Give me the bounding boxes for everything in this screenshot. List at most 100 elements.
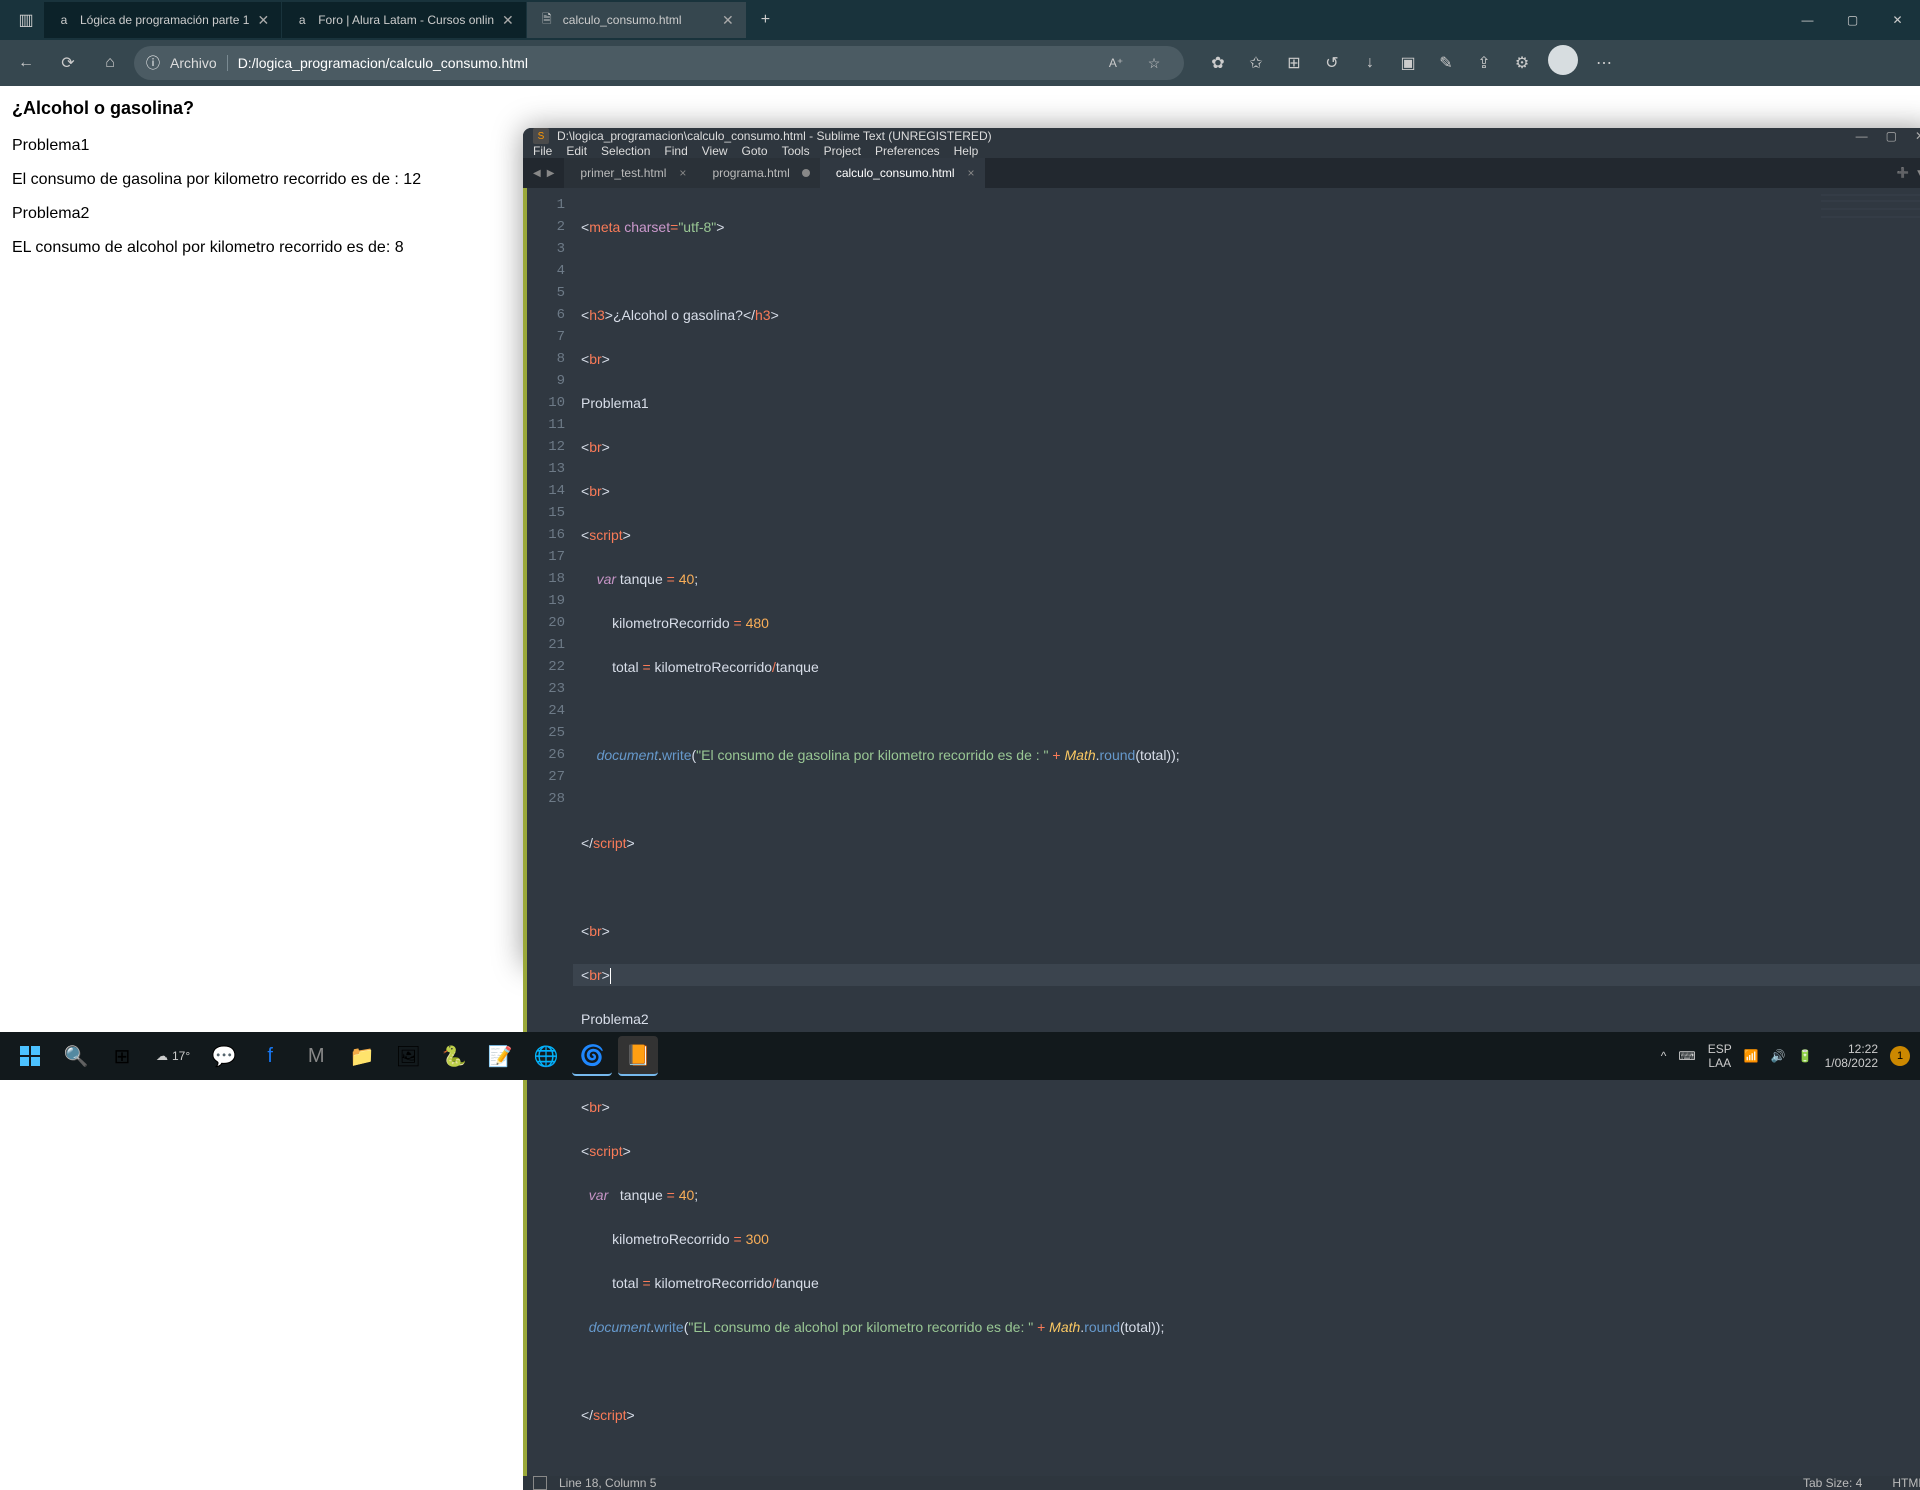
sublime-tab-label: calculo_consumo.html (836, 166, 955, 180)
new-tab-button[interactable]: + (747, 11, 784, 29)
sublime-menubar: File Edit Selection Find View Goto Tools… (523, 144, 1920, 158)
menu-project[interactable]: Project (824, 144, 861, 158)
status-tab-size[interactable]: Tab Size: 4 (1803, 1476, 1862, 1490)
close-icon[interactable]: ✕ (1915, 129, 1920, 143)
refresh-button[interactable]: ⟳ (50, 45, 86, 81)
minimize-icon[interactable]: — (1856, 129, 1868, 143)
clock[interactable]: 12:221/08/2022 (1825, 1042, 1878, 1070)
minimap[interactable] (1821, 194, 1920, 274)
star-icon[interactable]: ☆ (1136, 45, 1172, 81)
menu-preferences[interactable]: Preferences (875, 144, 940, 158)
sublime-editor[interactable]: 1234567891011121314151617181920212223242… (523, 188, 1920, 1476)
menu-edit[interactable]: Edit (566, 144, 587, 158)
favicon-file-icon: 🗎 (539, 12, 555, 28)
notification-badge[interactable]: 1 (1890, 1046, 1910, 1066)
address-toolbar: ← ⟳ ⌂ ⓘ Archivo D:/logica_programacion/c… (0, 40, 1920, 86)
tab-title: calculo_consumo.html (563, 13, 714, 27)
weather-widget[interactable]: ☁ 17° (148, 1036, 198, 1076)
sublime-tab-1[interactable]: primer_test.html × (564, 158, 696, 188)
downloads-icon[interactable]: ↓ (1352, 45, 1388, 81)
browser-tab-1[interactable]: a Lógica de programación parte 1 ✕ (44, 2, 282, 38)
close-icon[interactable]: ✕ (502, 12, 514, 29)
browser-tab-2[interactable]: a Foro | Alura Latam - Cursos onlin ✕ (282, 2, 527, 38)
close-icon[interactable]: ✕ (1875, 0, 1920, 40)
address-scheme-label: Archivo (170, 55, 228, 71)
windows-taskbar: 🔍 ⊞ ☁ 17° 💬 f M 📁 🖼 🐍 📝 🌐 🌀 📙 ^ ⌨ ESPLAA… (0, 1032, 1920, 1080)
home-button[interactable]: ⌂ (92, 45, 128, 81)
close-icon[interactable]: ✕ (722, 12, 734, 29)
text-caret (610, 968, 611, 984)
sublime-tab-2[interactable]: programa.html (696, 158, 819, 188)
panel-toggle-icon[interactable] (533, 1476, 547, 1490)
page-heading: ¿Alcohol o gasolina? (12, 98, 1908, 119)
status-syntax[interactable]: HTML (1892, 1476, 1920, 1490)
maximize-icon[interactable]: ▢ (1830, 0, 1875, 40)
performance-icon[interactable]: ⚙ (1504, 45, 1540, 81)
tab-back-icon[interactable]: ◀ (533, 168, 541, 179)
sublime-title-text: D:\logica_programacion\calculo_consumo.h… (557, 129, 992, 143)
search-button[interactable]: 🔍 (56, 1036, 96, 1076)
tray-chevron-icon[interactable]: ^ (1661, 1049, 1667, 1063)
language-indicator[interactable]: ESPLAA (1708, 1042, 1732, 1070)
close-icon[interactable]: × (968, 166, 975, 180)
notepad-icon[interactable]: 📝 (480, 1036, 520, 1076)
favorites-icon[interactable]: ✩ (1238, 45, 1274, 81)
sublime-icon[interactable]: 📙 (618, 1036, 658, 1076)
maximize-icon[interactable]: ▢ (1886, 129, 1897, 143)
tab-title: Foro | Alura Latam - Cursos onlin (318, 13, 494, 27)
info-icon[interactable]: ⓘ (146, 53, 160, 73)
menu-goto[interactable]: Goto (742, 144, 768, 158)
screenshot-icon[interactable]: ▣ (1390, 45, 1426, 81)
sublime-tab-label: primer_test.html (580, 166, 666, 180)
address-input[interactable]: ⓘ Archivo D:/logica_programacion/calculo… (134, 46, 1184, 80)
dirty-indicator-icon (802, 169, 810, 177)
menu-view[interactable]: View (702, 144, 728, 158)
sublime-tabbar: ◀ ▶ primer_test.html × programa.html calcu… (523, 158, 1920, 188)
back-button[interactable]: ← (8, 45, 44, 81)
battery-icon[interactable]: 🔋 (1798, 1049, 1813, 1063)
close-icon[interactable]: ✕ (257, 12, 269, 29)
teams-icon[interactable]: 💬 (204, 1036, 244, 1076)
minimize-icon[interactable]: — (1785, 0, 1830, 40)
menu-find[interactable]: Find (664, 144, 687, 158)
browser-tab-3[interactable]: 🗎 calculo_consumo.html ✕ (527, 2, 747, 38)
sublime-statusbar: Line 18, Column 5 Tab Size: 4 HTML (523, 1476, 1920, 1490)
collections-icon[interactable]: ⊞ (1276, 45, 1312, 81)
code-area[interactable]: <meta charset="utf-8"> <h3>¿Alcohol o ga… (573, 188, 1920, 1476)
new-file-icon[interactable]: ➕ (1897, 168, 1909, 179)
extension-icon[interactable]: ✿ (1200, 45, 1236, 81)
sublime-titlebar[interactable]: S D:\logica_programacion\calculo_consumo… (523, 128, 1920, 144)
favicon-alura-icon: a (56, 12, 72, 28)
photos-icon[interactable]: 🖼 (388, 1036, 428, 1076)
history-icon[interactable]: ↺ (1314, 45, 1350, 81)
sublime-tab-3[interactable]: calculo_consumo.html × (820, 158, 985, 188)
favicon-alura-icon: a (294, 12, 310, 28)
close-icon[interactable]: × (679, 166, 686, 180)
explorer-icon[interactable]: 📁 (342, 1036, 382, 1076)
tab-fwd-icon[interactable]: ▶ (547, 168, 555, 179)
menu-help[interactable]: Help (954, 144, 979, 158)
pycharm-icon[interactable]: 🐍 (434, 1036, 474, 1076)
wifi-icon[interactable]: 📶 (1744, 1049, 1759, 1063)
taskview-button[interactable]: ⊞ (102, 1036, 142, 1076)
chrome-icon[interactable]: 🌐 (526, 1036, 566, 1076)
keyboard-icon[interactable]: ⌨ (1678, 1049, 1695, 1063)
menu-file[interactable]: File (533, 144, 552, 158)
status-cursor-position: Line 18, Column 5 (559, 1476, 656, 1490)
share-icon[interactable]: ⇪ (1466, 45, 1502, 81)
menu-tools[interactable]: Tools (782, 144, 810, 158)
browser-tab-bar: ▥ a Lógica de programación parte 1 ✕ a F… (0, 0, 1920, 40)
edge-icon[interactable]: 🌀 (572, 1036, 612, 1076)
sublime-window: S D:\logica_programacion\calculo_consumo… (523, 128, 1920, 966)
dropdown-icon[interactable]: ▼ (1915, 168, 1920, 179)
send-icon[interactable]: ✎ (1428, 45, 1464, 81)
menu-selection[interactable]: Selection (601, 144, 650, 158)
gmail-icon[interactable]: M (296, 1036, 336, 1076)
facebook-icon[interactable]: f (250, 1036, 290, 1076)
menu-icon[interactable]: ⋯ (1586, 45, 1622, 81)
profile-avatar[interactable] (1548, 45, 1578, 75)
volume-icon[interactable]: 🔊 (1771, 1049, 1786, 1063)
start-button[interactable] (10, 1036, 50, 1076)
tab-overview-icon[interactable]: ▥ (8, 4, 44, 36)
reader-icon[interactable]: A⁺ (1098, 45, 1134, 81)
